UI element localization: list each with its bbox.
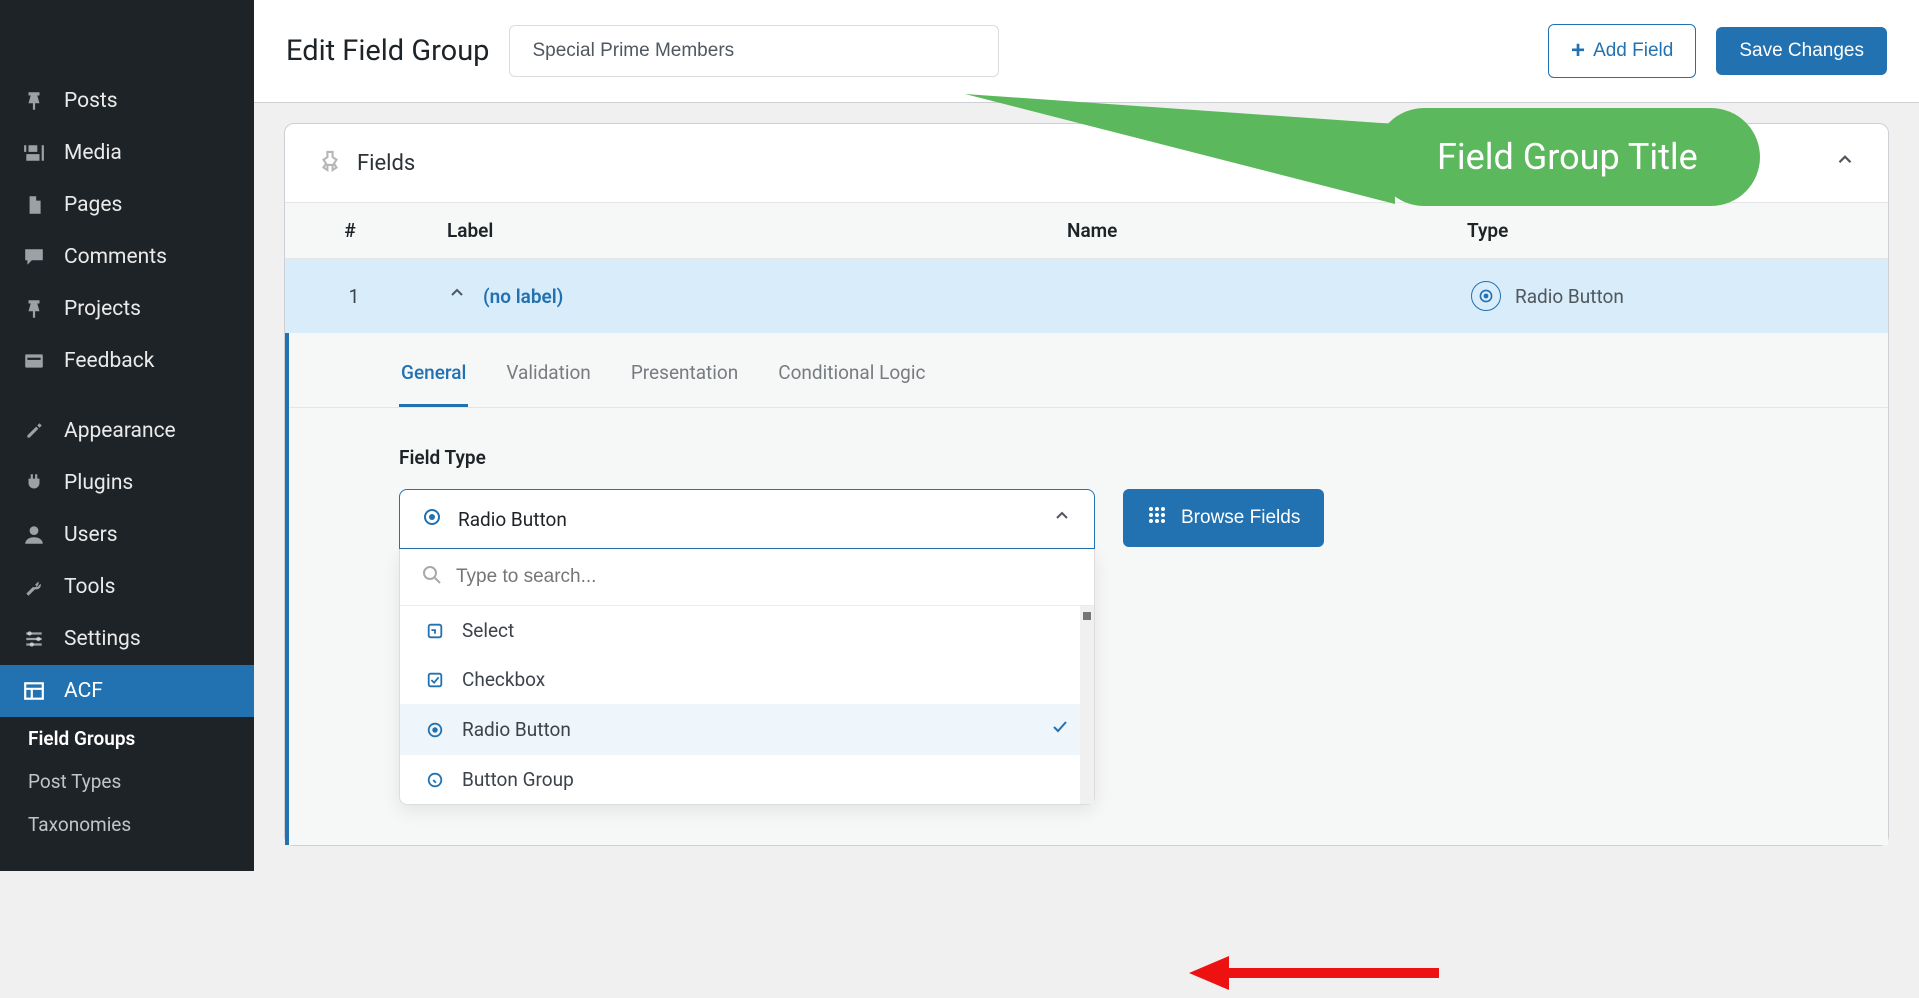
add-field-button[interactable]: + Add Field [1548, 24, 1696, 78]
option-label: Button Group [462, 768, 574, 791]
fields-table-header: # Label Name Type [285, 202, 1888, 259]
sidebar-item-label: Comments [64, 245, 167, 269]
page-icon [20, 191, 48, 219]
pin-icon [20, 87, 48, 115]
sidebar-item-label: Pages [64, 193, 122, 217]
sidebar-sub-field-groups[interactable]: Field Groups [0, 717, 254, 760]
sidebar-sub-post-types[interactable]: Post Types [0, 760, 254, 803]
field-row-type-label: Radio Button [1515, 285, 1624, 308]
sidebar-item-label: Posts [64, 89, 118, 113]
user-icon [20, 521, 48, 549]
page-header: Edit Field Group + Add Field Save Change… [254, 0, 1919, 103]
fields-panel: Field Group Title Fields # Label Name Ty… [284, 123, 1889, 846]
field-row-index: 1 [289, 285, 419, 308]
sidebar-item-label: Projects [64, 297, 141, 321]
chevron-up-icon [1052, 506, 1072, 532]
sidebar-item-label: Tools [64, 575, 115, 599]
sidebar-item-plugins[interactable]: Plugins [0, 457, 254, 509]
brush-icon [20, 417, 48, 445]
col-number: # [285, 219, 415, 242]
field-group-title-input[interactable] [509, 25, 999, 77]
sidebar-item-label: Appearance [64, 419, 176, 443]
field-type-option-select[interactable]: Select [400, 606, 1094, 655]
sliders-icon [20, 625, 48, 653]
option-label: Radio Button [462, 718, 571, 741]
sidebar-item-label: Plugins [64, 471, 133, 495]
main-content: Edit Field Group + Add Field Save Change… [254, 0, 1919, 871]
wrench-icon [20, 573, 48, 601]
field-type-select-head[interactable]: Radio Button [399, 489, 1095, 549]
sidebar-item-appearance[interactable]: Appearance [0, 405, 254, 457]
button-group-icon [424, 769, 446, 791]
select-icon [424, 620, 446, 642]
field-type-selected-label: Radio Button [458, 508, 567, 531]
chevron-up-icon[interactable] [447, 283, 467, 309]
sidebar-item-label: Media [64, 141, 122, 165]
field-editor-tabs: General Validation Presentation Conditio… [289, 333, 1888, 408]
col-name: Name [1035, 219, 1435, 242]
sidebar-item-posts[interactable]: Posts [0, 75, 254, 127]
field-type-option-radio-button[interactable]: Radio Button [400, 704, 1094, 755]
sidebar-item-feedback[interactable]: Feedback [0, 335, 254, 387]
field-row-label-link[interactable]: (no label) [483, 285, 563, 308]
field-row[interactable]: 1 (no label) Radio Button [285, 259, 1888, 333]
option-label: Checkbox [462, 668, 545, 691]
option-label: Select [462, 619, 514, 642]
col-type: Type [1435, 219, 1888, 242]
search-icon [422, 565, 442, 589]
field-type-option-button-group[interactable]: Button Group [400, 755, 1094, 804]
media-icon [20, 139, 48, 167]
save-changes-button[interactable]: Save Changes [1716, 27, 1887, 75]
tab-presentation[interactable]: Presentation [629, 351, 740, 407]
field-editor: General Validation Presentation Conditio… [285, 333, 1888, 845]
sidebar-item-media[interactable]: Media [0, 127, 254, 179]
feedback-icon [20, 347, 48, 375]
field-type-option-checkbox[interactable]: Checkbox [400, 655, 1094, 704]
sidebar-item-label: Settings [64, 627, 141, 651]
sidebar-item-comments[interactable]: Comments [0, 231, 254, 283]
field-type-dropdown: Select Checkbox Radio Butt [399, 549, 1095, 805]
page-title: Edit Field Group [286, 34, 489, 68]
fields-icon [317, 148, 343, 178]
sidebar-item-settings[interactable]: Settings [0, 613, 254, 665]
field-type-search-input[interactable] [456, 566, 1072, 588]
radio-icon [422, 507, 442, 532]
dropdown-scrollbar[interactable] [1080, 606, 1094, 804]
field-type-select[interactable]: Radio Button [399, 489, 1095, 805]
plug-icon [20, 469, 48, 497]
admin-sidebar: Posts Media Pages Comments Projects Feed… [0, 0, 254, 871]
sidebar-item-tools[interactable]: Tools [0, 561, 254, 613]
tab-general[interactable]: General [399, 351, 468, 407]
comment-icon [20, 243, 48, 271]
pin-icon [20, 295, 48, 323]
save-changes-label: Save Changes [1739, 40, 1864, 62]
tab-validation[interactable]: Validation [504, 351, 592, 407]
sidebar-item-label: ACF [64, 679, 103, 703]
panel-collapse-toggle[interactable] [1834, 149, 1856, 177]
browse-fields-button[interactable]: Browse Fields [1123, 489, 1324, 547]
sidebar-item-pages[interactable]: Pages [0, 179, 254, 231]
annotation-arrow-icon [1189, 948, 1449, 998]
radio-type-icon [1471, 281, 1501, 311]
panel-title: Fields [357, 151, 415, 176]
sidebar-sub-taxonomies[interactable]: Taxonomies [0, 803, 254, 846]
sidebar-item-acf[interactable]: ACF [0, 665, 254, 717]
plus-icon: + [1571, 37, 1585, 65]
browse-fields-label: Browse Fields [1181, 507, 1300, 529]
checkbox-icon [424, 669, 446, 691]
add-field-label: Add Field [1593, 40, 1673, 62]
layout-icon [20, 677, 48, 705]
sidebar-item-users[interactable]: Users [0, 509, 254, 561]
grid-icon [1147, 505, 1167, 531]
sidebar-item-label: Feedback [64, 349, 154, 373]
sidebar-item-label: Users [64, 523, 118, 547]
sidebar-item-projects[interactable]: Projects [0, 283, 254, 335]
check-icon [1050, 717, 1070, 742]
radio-icon [424, 719, 446, 741]
field-type-label: Field Type [399, 446, 1778, 469]
col-label: Label [415, 219, 1035, 242]
tab-conditional-logic[interactable]: Conditional Logic [776, 351, 927, 407]
